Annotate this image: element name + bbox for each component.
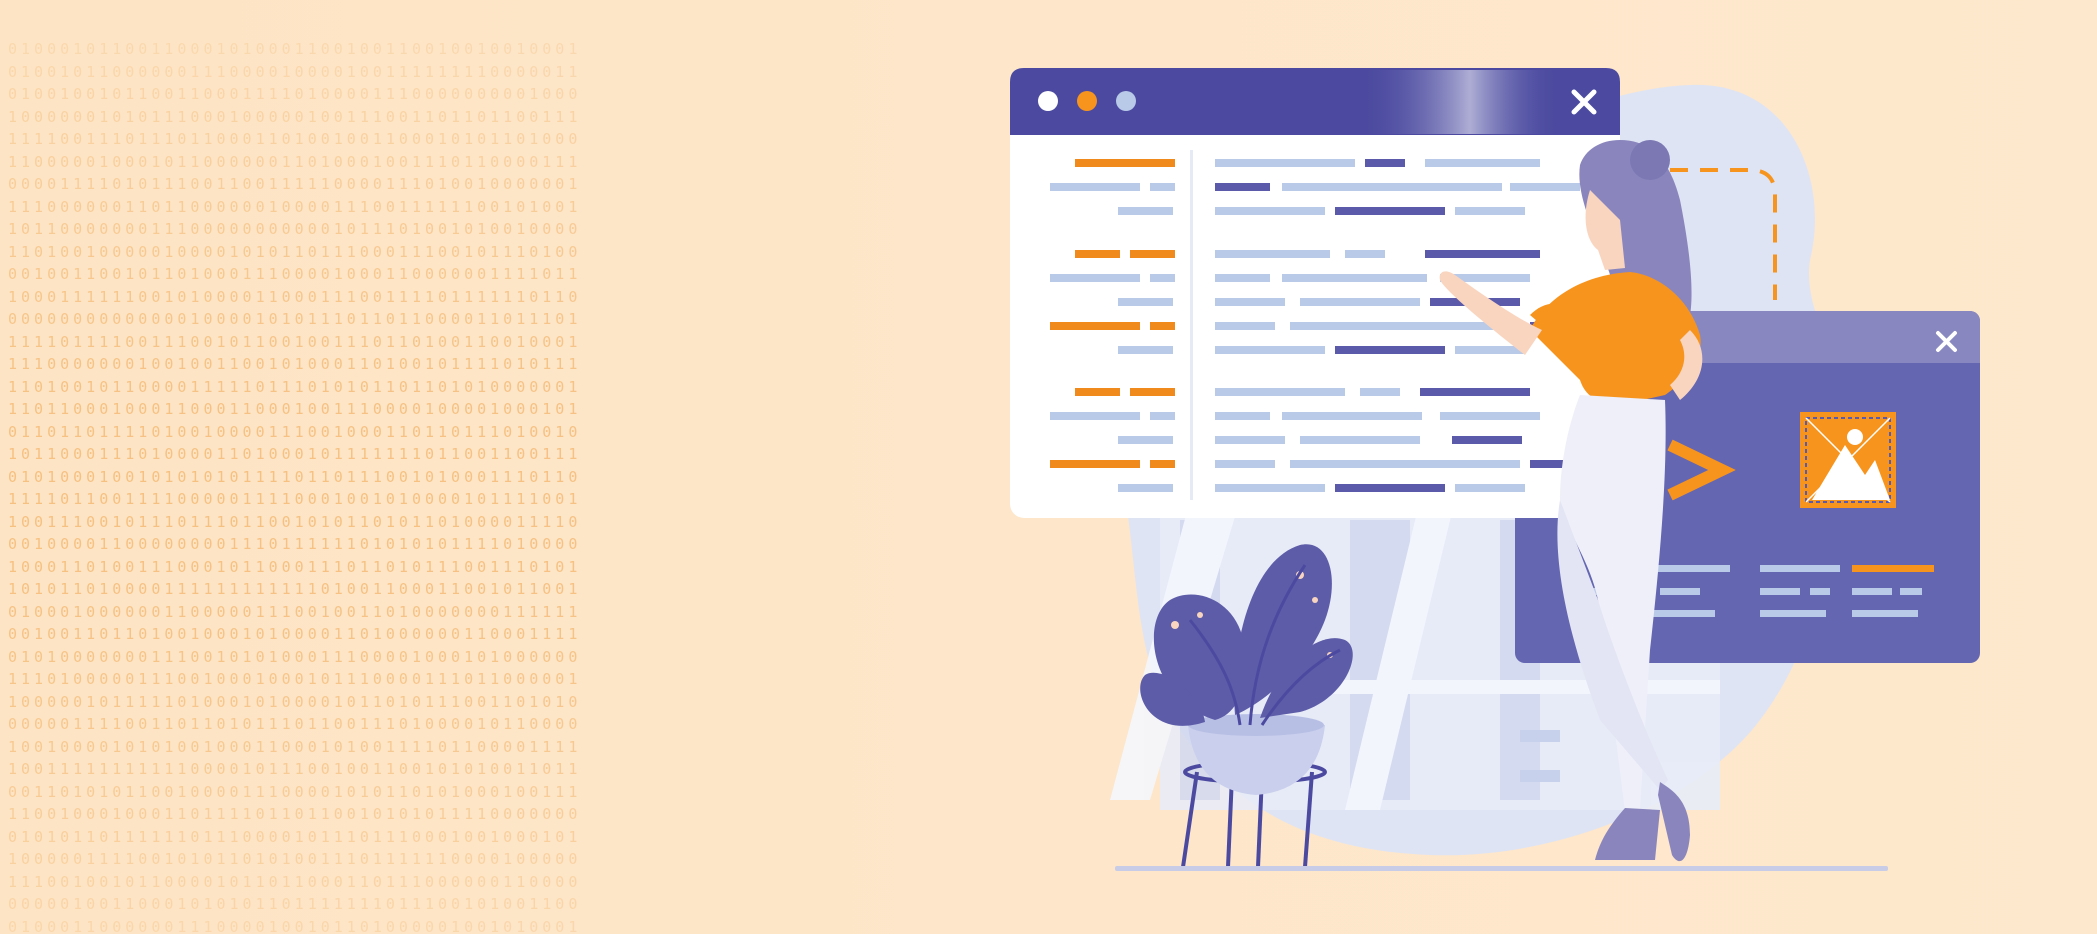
- code-editor-window: [1010, 68, 1620, 518]
- window-dot-blue[interactable]: [1116, 91, 1136, 111]
- code-line: [1150, 412, 1175, 420]
- code-line: [1455, 484, 1525, 492]
- code-line: [1365, 159, 1405, 167]
- code-line: [1130, 159, 1175, 167]
- developer-illustration: [1010, 68, 1980, 871]
- code-line: [1118, 346, 1173, 354]
- code-line: [1425, 250, 1540, 258]
- window-dot-orange[interactable]: [1077, 91, 1097, 111]
- code-line: [1300, 436, 1420, 444]
- code-line: [1050, 460, 1140, 468]
- code-line: [1215, 412, 1270, 420]
- code-line: [1130, 388, 1175, 396]
- code-line: [1215, 388, 1345, 396]
- code-line: [1215, 346, 1325, 354]
- code-line: [1215, 298, 1285, 306]
- code-line: [1075, 250, 1120, 258]
- code-line: [1150, 274, 1175, 282]
- code-line: [1345, 250, 1385, 258]
- code-line: [1452, 436, 1522, 444]
- code-line: [1282, 412, 1422, 420]
- code-line: [1215, 183, 1270, 191]
- code-line: [1215, 436, 1285, 444]
- code-line: [1118, 298, 1173, 306]
- code-line: [1150, 460, 1175, 468]
- code-line: [1360, 388, 1400, 396]
- code-line: [1150, 322, 1175, 330]
- code-line: [1455, 207, 1525, 215]
- code-line: [1150, 183, 1175, 191]
- code-line: [1335, 207, 1445, 215]
- code-line: [1215, 159, 1355, 167]
- code-line: [1050, 274, 1140, 282]
- code-line: [1282, 274, 1427, 282]
- code-line: [1215, 484, 1325, 492]
- code-line: [1300, 298, 1420, 306]
- code-line: [1215, 322, 1275, 330]
- code-line: [1510, 183, 1580, 191]
- code-line: [1130, 250, 1175, 258]
- code-line: [1050, 322, 1140, 330]
- code-line: [1118, 207, 1173, 215]
- code-line: [1335, 484, 1445, 492]
- code-line: [1215, 460, 1275, 468]
- code-line: [1440, 412, 1540, 420]
- window-dot-white[interactable]: [1038, 91, 1058, 111]
- hero-illustration: 0100010110011000101000110010011001001001…: [0, 0, 2097, 934]
- code-line: [1118, 484, 1173, 492]
- code-line: [1215, 250, 1330, 258]
- code-line: [1215, 207, 1325, 215]
- code-line: [1335, 346, 1445, 354]
- code-line: [1118, 436, 1173, 444]
- code-line: [1050, 412, 1140, 420]
- code-line: [1455, 346, 1525, 354]
- code-line: [1420, 388, 1530, 396]
- code-line: [1075, 388, 1120, 396]
- code-line: [1050, 183, 1140, 191]
- image-icon: [1800, 412, 1896, 508]
- floor-line: [1115, 866, 1888, 871]
- code-line: [1425, 159, 1540, 167]
- code-line: [1282, 183, 1502, 191]
- code-line: [1215, 274, 1270, 282]
- code-line: [1290, 460, 1520, 468]
